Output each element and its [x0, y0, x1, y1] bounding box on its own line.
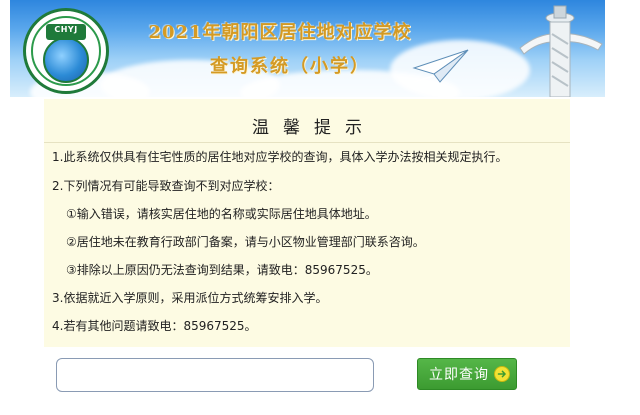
notice-subitem-2: ②居住地未在教育行政部门备案，请与小区物业管理部门联系咨询。 — [66, 235, 425, 249]
search-button-label: 立即查询 — [429, 367, 489, 383]
system-title: 2021年朝阳区居住地对应学校 — [148, 22, 412, 43]
notice-subitem-1: ①输入错误，请核实居住地的名称或实际居住地具体地址。 — [66, 207, 377, 221]
notice-item-3: 3.依据就近入学原则，采用派位方式统筹安排入学。 — [52, 291, 328, 305]
school-globe-logo-icon: CHYJ — [23, 8, 109, 94]
divider — [44, 142, 570, 143]
paper-plane-icon — [412, 49, 469, 83]
search-submit-button[interactable]: 立即查询 — [417, 358, 517, 390]
notice-item-4: 4.若有其他问题请致电：85967525。 — [52, 319, 257, 333]
notice-heading: 温馨提示 — [252, 118, 376, 138]
address-search-input[interactable] — [56, 358, 374, 392]
notice-item-1: 1.此系统仅供具有住宅性质的居住地对应学校的查询，具体入学办法按相关规定执行。 — [52, 150, 508, 164]
system-subtitle: 查询系统（小学） — [210, 56, 370, 77]
huabiao-pillar-icon — [519, 5, 603, 97]
header-banner: CHYJ 2021年朝阳区居住地对应学校 查询系统（小学） — [10, 0, 605, 97]
arrow-circle-right-icon — [494, 366, 510, 382]
notice-item-2: 2.下列情况有可能导致查询不到对应学校： — [52, 179, 280, 193]
notice-panel: 温馨提示 1.此系统仅供具有住宅性质的居住地对应学校的查询，具体入学办法按相关规… — [44, 99, 570, 347]
notice-subitem-3: ③排除以上原因仍无法查询到结果，请致电：85967525。 — [66, 263, 378, 277]
